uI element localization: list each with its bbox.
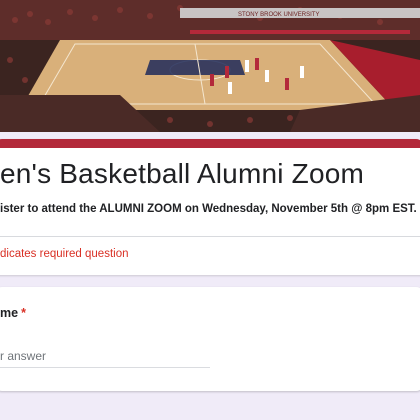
form-description: ister to attend the ALUMNI ZOOM on Wedne… [0, 203, 417, 215]
required-star: * [21, 306, 26, 320]
arena-photo: STONY BROOK UNIVERSITY [0, 0, 420, 132]
arena-sign-text: STONY BROOK UNIVERSITY [238, 12, 319, 18]
question-label: me * [0, 306, 26, 320]
required-question-note: dicates required question [0, 248, 129, 260]
form-title: en's Basketball Alumni Zoom [0, 158, 365, 189]
header-banner-image: STONY BROOK UNIVERSITY [0, 0, 420, 132]
question-label-text: me [0, 306, 19, 320]
form-header-card [0, 139, 420, 244]
question-card [0, 287, 420, 391]
answer-input[interactable] [0, 345, 210, 368]
